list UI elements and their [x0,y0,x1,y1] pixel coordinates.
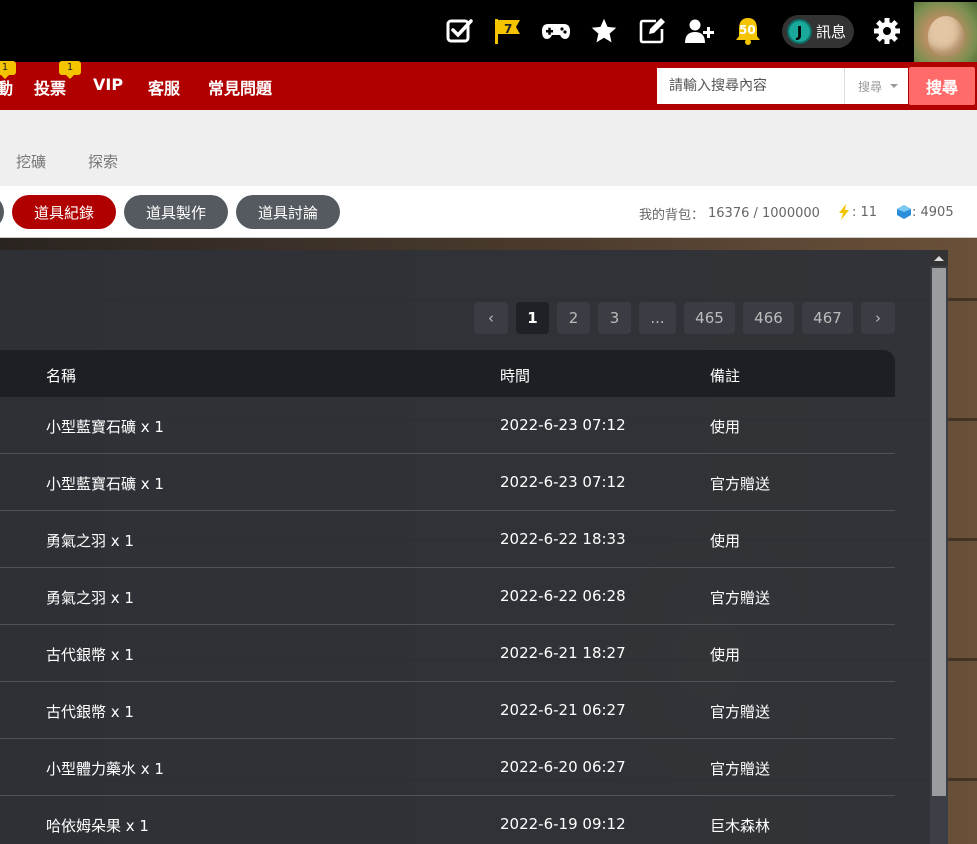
bag-value: 16376 / 1000000 [708,206,820,221]
nav-item-support[interactable]: 客服 [148,75,180,99]
cell-name: 古代銀幣 x 1 [46,703,134,721]
page-button[interactable]: 465 [684,302,735,334]
bag-capacity: 我的背包： 16376 / 1000000 [639,204,820,223]
subnav-item-mining[interactable]: 挖礦 [16,151,46,172]
cell-name: 哈依姆朵果 x 1 [46,817,149,835]
cell-time: 2022-6-20 06:27 [500,758,626,776]
cell-name: 古代銀幣 x 1 [46,646,134,664]
flag-icon[interactable]: 7 [493,16,523,46]
column-header-note: 備註 [710,367,741,385]
page-prev-button[interactable]: ‹ [474,302,508,334]
avatar[interactable] [914,2,977,62]
page-button[interactable]: 466 [743,302,794,334]
cell-note: 巨木森林 [710,817,771,835]
cell-note: 使用 [710,646,741,664]
edit-icon[interactable] [637,16,667,46]
nav-item-vip[interactable]: VIP [93,75,123,94]
nav-item-label: 投票 [34,79,67,98]
bag-label: 我的背包： [639,208,705,223]
page-button[interactable]: 1 [516,302,549,334]
cell-name: 小型藍寶石礦 x 1 [46,475,164,493]
gem-stat: : 4905 [896,204,954,220]
scrollbar-thumb[interactable] [932,268,946,796]
tab-item-crafting[interactable]: 道具製作 [124,195,228,229]
add-user-icon[interactable] [685,16,715,46]
nav-item-label: 動 [0,79,14,98]
page-button[interactable]: 2 [557,302,590,334]
page-next-button[interactable]: › [861,302,895,334]
table-header: 名稱 時間 備註 [0,350,895,397]
table-row: 哈依姆朵果 x 1 2022-6-19 09:12 巨木森林 [0,796,895,844]
cell-time: 2022-6-21 06:27 [500,701,626,719]
cell-time: 2022-6-23 07:12 [500,473,626,491]
tab-item-discussion[interactable]: 道具討論 [236,195,340,229]
j-logo-icon: J [787,19,812,44]
cell-name: 勇氣之羽 x 1 [46,532,134,550]
energy-stat: : 11 [836,204,877,220]
flag-count: 7 [504,22,513,36]
cell-note: 使用 [710,418,741,436]
cell-time: 2022-6-19 09:12 [500,815,626,833]
star-icon[interactable] [589,16,619,46]
table-row: 小型藍寶石礦 x 1 2022-6-23 07:12 官方贈送 [0,454,895,511]
checkbox-icon[interactable] [445,16,475,46]
bell-icon[interactable]: 50 [733,16,763,46]
gem-value: : 4905 [912,204,954,220]
search-input[interactable] [657,68,844,104]
search-type-value: 搜尋 [858,79,883,94]
nav-item-faq[interactable]: 常見問題 [208,75,272,99]
cell-time: 2022-6-22 18:33 [500,530,626,548]
chevron-down-icon [890,84,899,88]
table-row: 小型體力藥水 x 1 2022-6-20 06:27 官方贈送 [0,739,895,796]
column-header-time: 時間 [500,367,531,385]
cell-time: 2022-6-21 18:27 [500,644,626,662]
gear-icon[interactable] [872,16,902,46]
cell-time: 2022-6-23 07:12 [500,416,626,434]
cell-name: 小型體力藥水 x 1 [46,760,164,778]
gem-icon [897,205,911,219]
table-row: 小型藍寶石礦 x 1 2022-6-23 07:12 使用 [0,397,895,454]
tab-item-records[interactable]: 道具紀錄 [12,195,116,229]
messages-button[interactable]: J 訊息 [782,15,854,48]
gamepad-icon[interactable] [541,16,571,46]
table-row: 勇氣之羽 x 1 2022-6-22 06:28 官方贈送 [0,568,895,625]
search-type-select[interactable]: 搜尋 [844,68,908,104]
top-bar: 7 50 J 訊息 [0,0,977,62]
tab-previous[interactable] [0,195,4,229]
nav-item-vote[interactable]: 投票 [34,75,66,99]
sub-nav: 挖礦 探索 [0,110,977,186]
search-button[interactable]: 搜尋 [909,67,975,105]
cell-name: 小型藍寶石礦 x 1 [46,418,164,436]
table-row: 古代銀幣 x 1 2022-6-21 06:27 官方贈送 [0,682,895,739]
page-button[interactable]: 3 [598,302,631,334]
lightning-icon [839,204,849,220]
cell-note: 官方贈送 [710,589,771,607]
table-row: 勇氣之羽 x 1 2022-6-22 18:33 使用 [0,511,895,568]
cell-note: 官方贈送 [710,760,771,778]
scroll-up-button[interactable] [930,250,948,266]
cell-note: 官方贈送 [710,475,771,493]
bell-count: 50 [739,23,756,37]
cell-note: 使用 [710,532,741,550]
cell-name: 勇氣之羽 x 1 [46,589,134,607]
page-button[interactable]: 467 [802,302,853,334]
table-row: 古代銀幣 x 1 2022-6-21 18:27 使用 [0,625,895,682]
subnav-item-explore[interactable]: 探索 [88,151,118,172]
messages-label: 訊息 [816,23,847,41]
column-header-name: 名稱 [46,367,77,385]
cell-note: 官方贈送 [710,703,771,721]
energy-value: : 11 [852,204,878,220]
cell-time: 2022-6-22 06:28 [500,587,626,605]
item-tabs-bar: 道具紀錄 道具製作 道具討論 我的背包： 16376 / 1000000 : 1… [0,186,977,238]
nav-badge-vote: 1 [59,61,81,79]
nav-badge-activity: 1 [0,61,16,79]
page-ellipsis: ... [639,302,676,334]
